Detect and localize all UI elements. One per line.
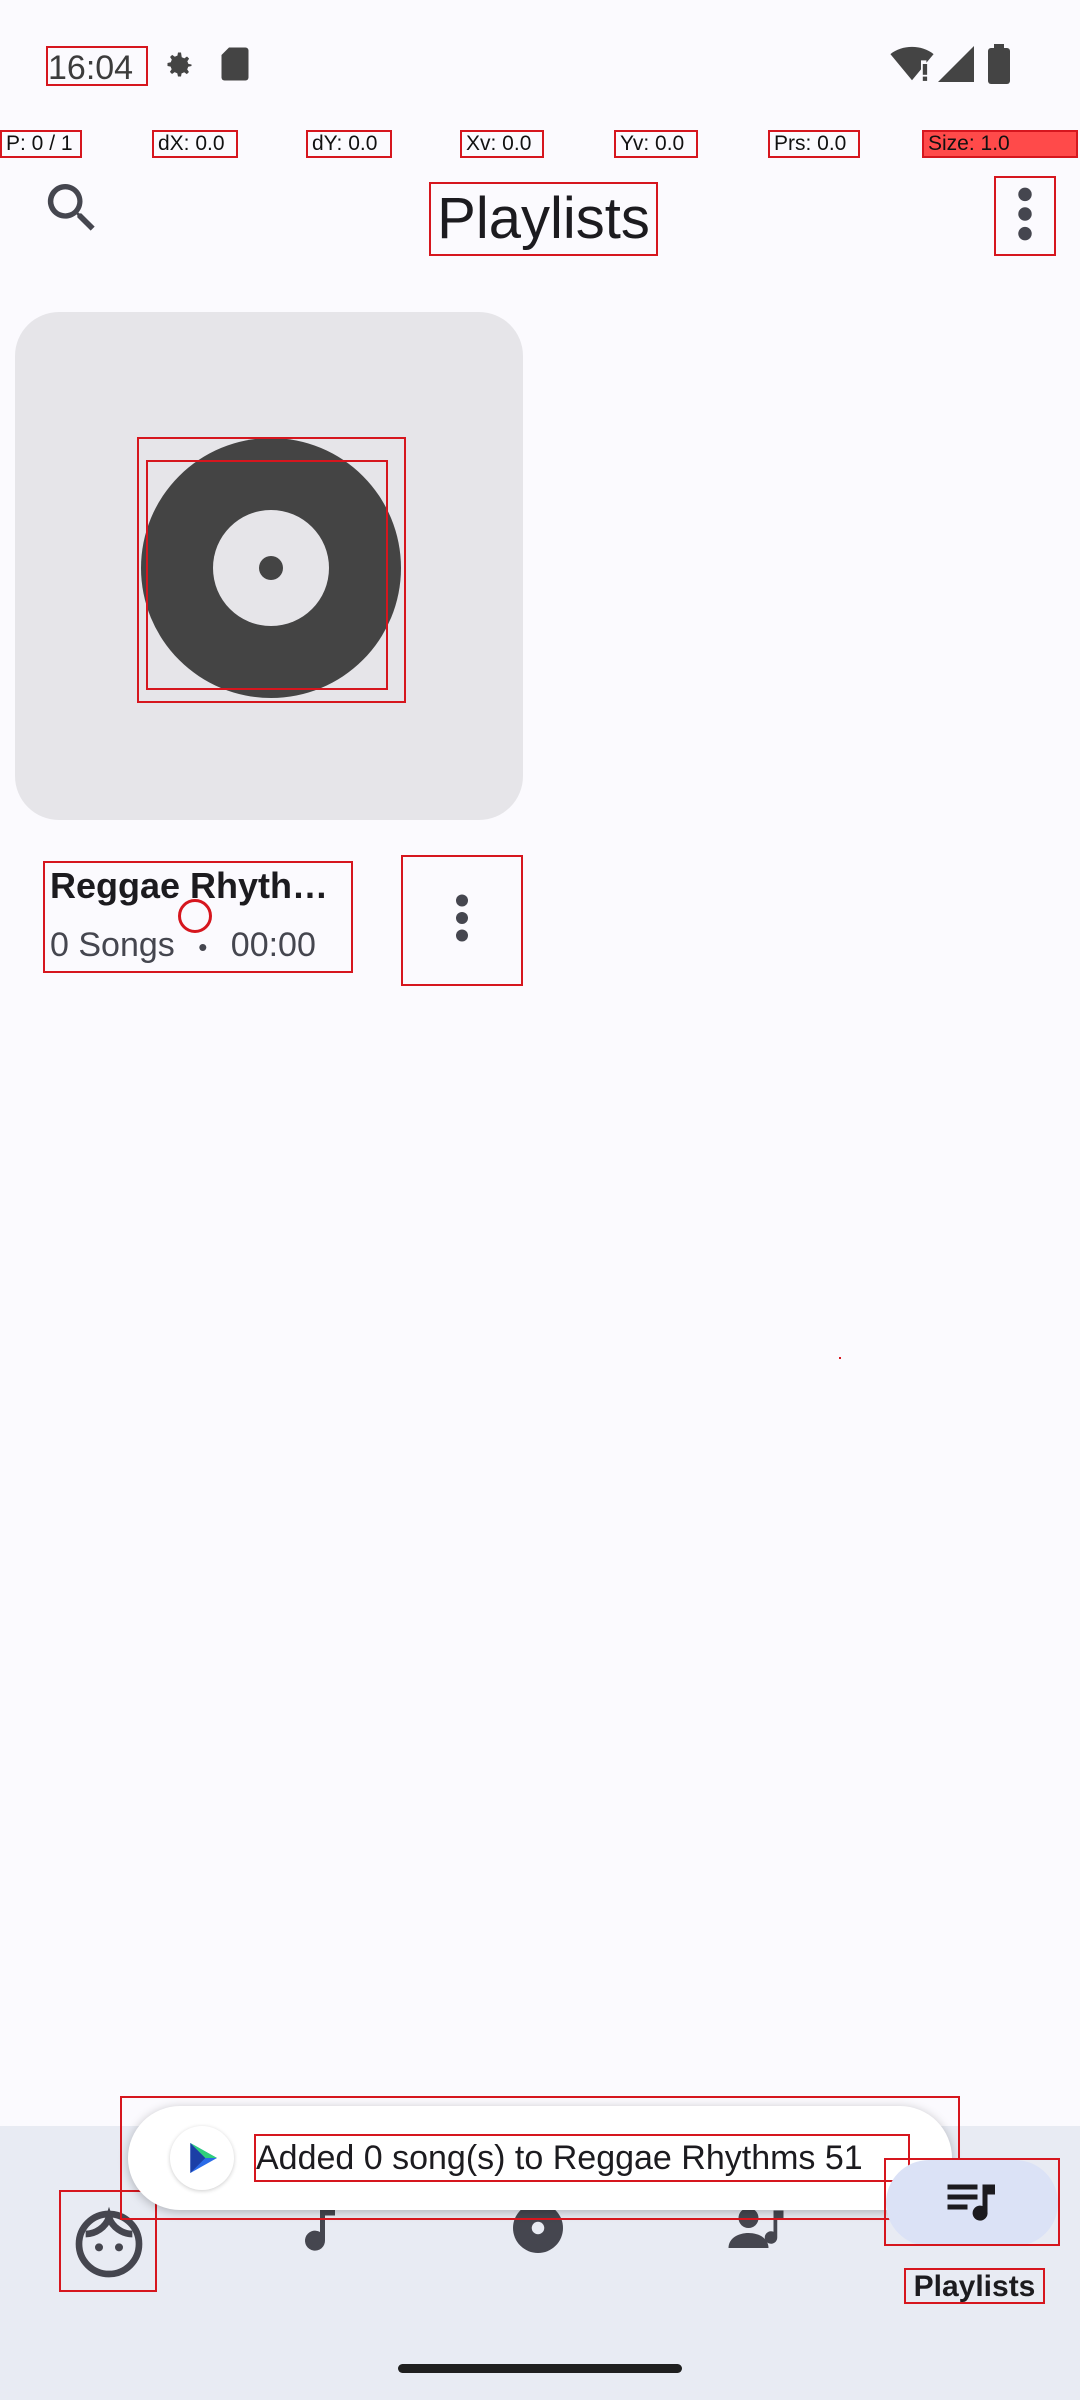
debug-dy: dY: 0.0 [306, 130, 392, 158]
debug-xv: Xv: 0.0 [460, 130, 544, 158]
touch-trace-dot [839, 1357, 841, 1359]
more-vert-icon [452, 893, 472, 948]
nav-item-playlists-frame [884, 2158, 1060, 2246]
cover-art-image [146, 460, 388, 690]
status-bar: 16:04 [0, 0, 1080, 130]
more-vert-icon [1015, 186, 1035, 247]
debug-pressure: Prs: 0.0 [768, 130, 860, 158]
playlist-song-count: 0 Songs [50, 926, 175, 964]
gear-icon [160, 48, 196, 84]
touch-indicator [178, 899, 212, 933]
debug-dx: dX: 0.0 [152, 130, 238, 158]
debug-pointer: P: 0 / 1 [0, 130, 82, 158]
meta-separator: • [198, 932, 208, 962]
debug-yv: Yv: 0.0 [614, 130, 698, 158]
sd-card-icon [220, 46, 250, 82]
cell-signal-icon [938, 46, 974, 82]
pointer-debug-overlay: P: 0 / 1 dX: 0.0 dY: 0.0 Xv: 0.0 Yv: 0.0… [0, 130, 1080, 158]
debug-size: Size: 1.0 [922, 130, 1078, 158]
page-title: Playlists [429, 182, 658, 256]
status-clock: 16:04 [46, 46, 148, 87]
playlist-menu-button[interactable] [401, 855, 523, 986]
gesture-navigation-bar[interactable] [398, 2364, 682, 2373]
battery-icon [988, 44, 1010, 84]
wifi-alert-icon [890, 46, 934, 82]
toast-message: Added 0 song(s) to Reggae Rhythms 51 [254, 2134, 910, 2182]
nav-label-playlists: Playlists [904, 2268, 1045, 2304]
overflow-menu-button[interactable] [994, 176, 1056, 256]
search-icon [40, 184, 104, 244]
playlist-duration: 00:00 [230, 926, 316, 964]
search-button[interactable] [40, 176, 104, 240]
